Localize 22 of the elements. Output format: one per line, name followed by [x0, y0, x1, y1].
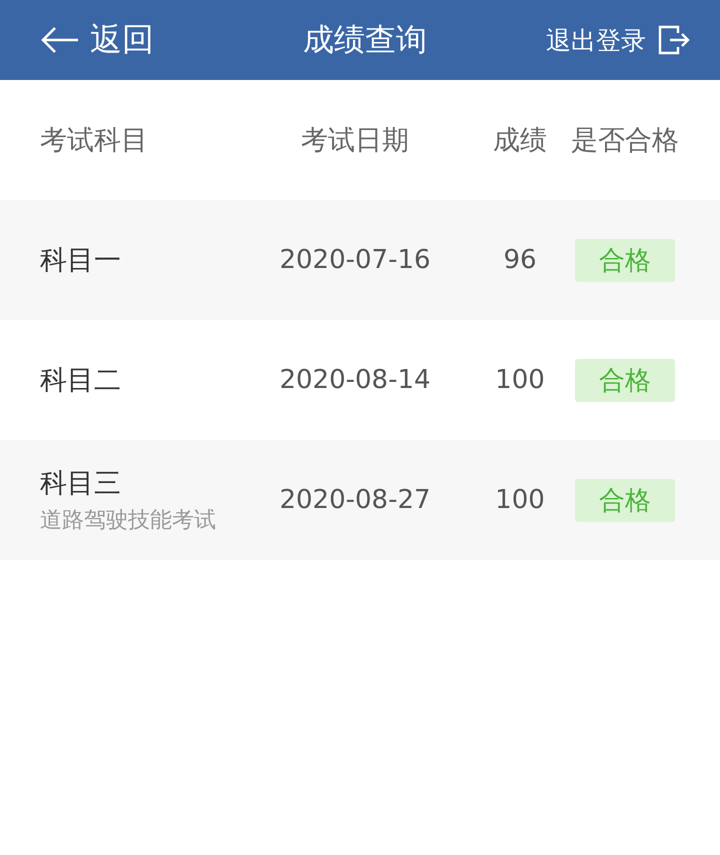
column-header: 成绩: [493, 124, 547, 158]
table-cell: 2020-08-14: [279, 365, 431, 395]
status-badge: 合格: [575, 478, 675, 522]
column-header: 考试日期: [301, 124, 409, 158]
table-cell: 96: [503, 245, 537, 275]
logout-link[interactable]: 退出登录: [546, 24, 646, 56]
table-cell-note: 道路驾驶技能考试: [40, 507, 216, 535]
back-arrow-icon[interactable]: [40, 26, 80, 54]
status-badge: 合格: [575, 358, 675, 402]
status-badge: 合格: [575, 238, 675, 282]
back-link[interactable]: 返回: [90, 18, 154, 62]
table-cell-text: 科目三: [40, 467, 121, 501]
logout-icon[interactable]: [658, 25, 690, 55]
column-header: 考试科目: [40, 124, 148, 158]
table-cell: 100: [495, 485, 545, 515]
table-cell-text: 科目一: [40, 244, 121, 278]
table-cell-text: 科目二: [40, 364, 121, 398]
table-cell: 2020-07-16: [279, 245, 431, 275]
table-cell: 2020-08-27: [279, 485, 431, 515]
column-header: 是否合格: [571, 124, 679, 158]
page-title: 成绩查询: [303, 21, 427, 60]
table-cell: 100: [495, 365, 545, 395]
